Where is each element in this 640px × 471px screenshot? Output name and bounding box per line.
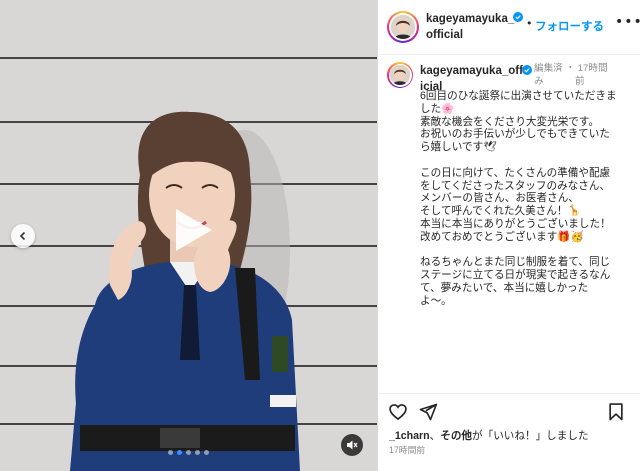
bookmark-icon[interactable]	[606, 402, 626, 422]
avatar[interactable]	[387, 11, 419, 43]
slide-dot	[204, 450, 209, 455]
likes-user-link[interactable]: _1charn	[389, 430, 430, 442]
share-icon[interactable]	[418, 402, 438, 422]
previous-slide-button[interactable]	[11, 224, 35, 248]
meta-separator: ・	[565, 63, 576, 74]
action-bar: _1charn、その他が「いいね！」しました 17時間前	[379, 393, 640, 471]
follow-button[interactable]: フォローする	[535, 18, 604, 34]
slide-dot	[168, 450, 173, 455]
edited-label-cont: み	[534, 75, 544, 87]
slide-indicator	[168, 450, 209, 455]
caption-username-line1[interactable]: kageyamayuka_off	[420, 65, 523, 77]
post-timestamp[interactable]: 17時間前	[389, 443, 425, 456]
author-username-line2[interactable]: official	[426, 29, 463, 41]
caption-area: kageyamayuka_off icial 編集済 ・ 17時間 み 前 6回…	[379, 56, 640, 393]
post-side-panel: kageyamayuka_ official • フォローする ••• kage…	[379, 0, 640, 471]
post-media[interactable]	[0, 0, 378, 471]
edited-label: 編集済	[534, 63, 563, 74]
chevron-left-icon	[19, 231, 26, 241]
caption-text: 6回目のひな誕祭に出演させていただきま した🌸 素敵な機会をくださり大変光栄です…	[420, 90, 617, 307]
slide-dot	[186, 450, 191, 455]
more-icon[interactable]: •••	[615, 14, 640, 30]
mute-icon	[347, 440, 358, 450]
author-username-line1[interactable]: kageyamayuka_	[426, 13, 514, 25]
slide-dot-active	[177, 450, 182, 455]
verified-badge-icon	[522, 65, 532, 75]
caption-avatar[interactable]	[387, 62, 413, 88]
mute-button[interactable]	[341, 434, 363, 456]
post-header: kageyamayuka_ official • フォローする •••	[379, 0, 640, 55]
likes-summary: _1charn、その他が「いいね！」しました	[389, 430, 589, 442]
play-button[interactable]	[164, 203, 218, 257]
slide-dot	[195, 450, 200, 455]
verified-badge-icon	[513, 12, 523, 22]
likes-others-link[interactable]: その他	[440, 430, 472, 442]
heart-icon[interactable]	[388, 402, 408, 422]
time-label-line2: 前	[574, 75, 585, 87]
play-icon	[176, 209, 212, 251]
time-label-line1: 17時間	[577, 63, 608, 74]
likes-suffix: が「いいね！」しました	[472, 430, 589, 442]
caption-meta: 編集済 ・ 17時間 み 前	[534, 63, 608, 88]
